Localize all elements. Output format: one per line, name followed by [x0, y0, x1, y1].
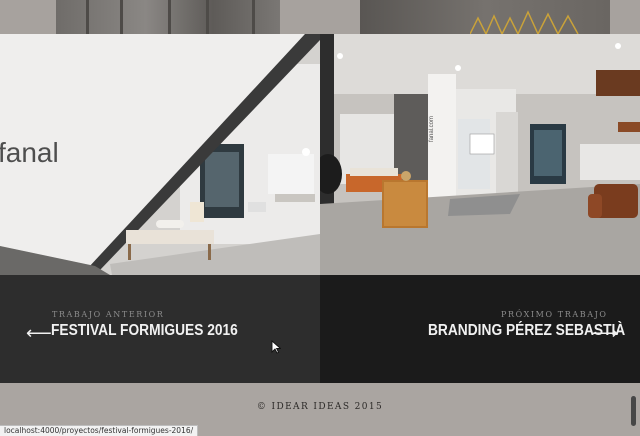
next-label: PRÓXIMO TRABAJO	[501, 310, 608, 319]
mountain-graphic	[470, 10, 579, 34]
link-status-bar: localhost:4000/proyectos/festival-formig…	[0, 425, 199, 436]
next-project-image-link[interactable]: fanal.com	[320, 34, 640, 275]
next-project-photo: fanal.com	[320, 34, 640, 275]
arrow-left-icon: ⟵	[26, 323, 52, 343]
previous-section-image-strip	[0, 0, 640, 34]
previous-project-photo: fanal	[0, 34, 320, 275]
cityscape-image	[56, 0, 280, 34]
scrollbar-thumb[interactable]	[631, 396, 636, 426]
previous-project-title[interactable]: FESTIVAL FORMIGUES 2016	[51, 322, 238, 340]
fanal-dot-com-sign: fanal.com	[429, 116, 435, 142]
mouse-cursor-icon	[271, 340, 281, 354]
previous-project-image-link[interactable]: fanal	[0, 34, 320, 275]
fanal-brand-text: fanal	[0, 137, 59, 168]
previous-label: TRABAJO ANTERIOR	[52, 310, 165, 319]
arrow-right-icon: ⟶	[592, 323, 618, 343]
copyright-text: © IDEAR IDEAS 2015	[256, 402, 384, 412]
